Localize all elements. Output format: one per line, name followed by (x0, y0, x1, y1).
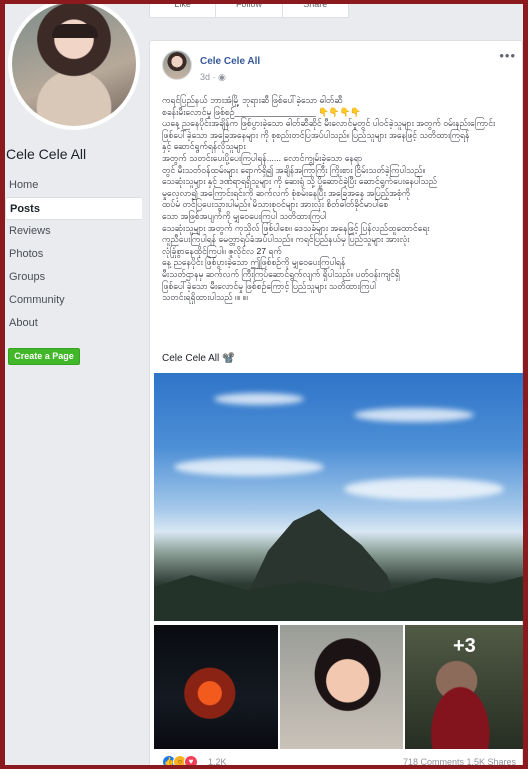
profile-photo-image (12, 4, 136, 126)
post-signature: Cele Cele All 📽️ (162, 353, 235, 364)
cloud-shape (174, 458, 324, 476)
post-card: Cele Cele All 3d · ◉ ••• ကရင်ပြည်နယ် ဘား… (149, 40, 523, 765)
like-button[interactable]: Like (150, 4, 217, 17)
facebook-page-window: Cele Cele All Home Posts Reviews Photos … (5, 4, 523, 765)
follow-button[interactable]: Follow (216, 4, 283, 17)
photo-thumbnail-more[interactable]: +3 (405, 625, 523, 749)
more-photos-count: +3 (453, 635, 476, 657)
share-button[interactable]: Share (283, 4, 348, 17)
photo-thumbnail-woman[interactable] (280, 625, 403, 749)
left-sidebar: Cele Cele All Home Posts Reviews Photos … (5, 4, 143, 765)
post-author-avatar[interactable] (162, 50, 192, 80)
cloud-shape (354, 408, 474, 422)
post-body-text: ကရင်ပြည်နယ် ဘားအံမြို့ ဘုရားဆီ ဖြစ်ပေါ်ခ… (162, 95, 496, 303)
nav-item-groups[interactable]: Groups (5, 266, 142, 289)
post-time[interactable]: 3d (200, 72, 210, 82)
page-name[interactable]: Cele Cele All (6, 146, 86, 162)
love-reaction-icon: ♥ (184, 755, 198, 765)
nav-item-photos[interactable]: Photos (5, 243, 142, 266)
reaction-count[interactable]: 1.2K (208, 757, 227, 765)
previous-post-actions: Like Follow Share (149, 4, 349, 18)
nav-item-reviews[interactable]: Reviews (5, 220, 142, 243)
photo-thumbnail-fire[interactable] (154, 625, 278, 749)
nav-item-home[interactable]: Home (5, 174, 142, 197)
profile-picture[interactable] (8, 4, 140, 130)
nav-item-community[interactable]: Community (5, 289, 142, 312)
reaction-icons[interactable]: 👍 ○ ♥ (162, 755, 198, 765)
post-author-name[interactable]: Cele Cele All (200, 56, 260, 67)
nav-item-posts[interactable]: Posts (5, 197, 142, 220)
post-footer: 👍 ○ ♥ 1.2K 718 Comments 1.5K Shares (158, 753, 518, 765)
cloud-shape (214, 393, 304, 405)
globe-icon: · ◉ (212, 72, 226, 82)
more-options-icon[interactable]: ••• (499, 48, 516, 63)
comments-shares-count[interactable]: 718 Comments 1.5K Shares (403, 757, 516, 765)
create-page-button[interactable]: Create a Page (8, 348, 80, 365)
cloud-shape (344, 478, 504, 500)
page-nav: Home Posts Reviews Photos Groups Communi… (5, 174, 142, 335)
post-main-photo[interactable] (154, 373, 523, 621)
post-meta: 3d · ◉ (200, 72, 226, 83)
nav-item-about[interactable]: About (5, 312, 142, 335)
post-photo-grid: +3 (154, 625, 523, 749)
